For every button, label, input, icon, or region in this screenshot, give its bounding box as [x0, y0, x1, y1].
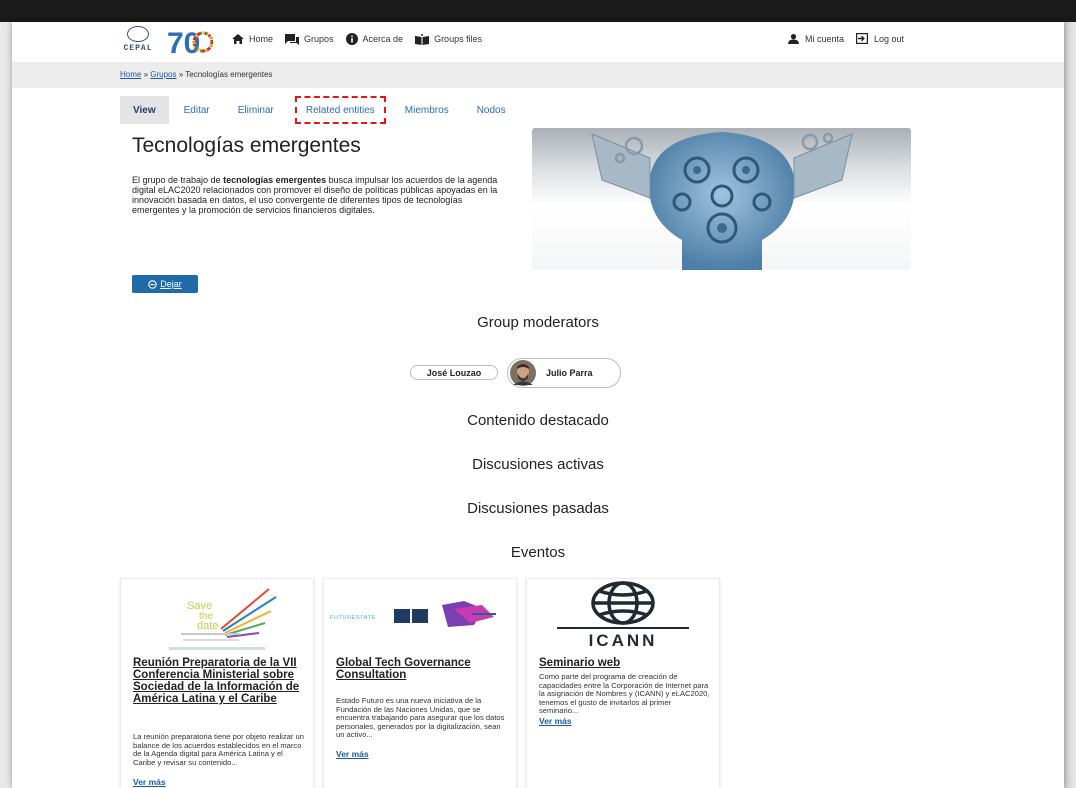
event-card[interactable]: FUTURESTATE Global Tech Governance Consu… — [323, 578, 517, 788]
event-read-more[interactable]: Ver más — [133, 777, 166, 787]
avatar — [510, 360, 536, 386]
page: CEPAL 70 Home Grupos Acerca de Groups fi… — [12, 22, 1064, 788]
nav-home[interactable]: Home — [232, 34, 273, 44]
thumb-date: date — [197, 620, 218, 632]
nav-mi-cuenta[interactable]: Mi cuenta — [788, 33, 845, 44]
nav-grupos[interactable]: Grupos — [285, 33, 334, 45]
tab-related-entities[interactable]: Related entities — [294, 96, 386, 124]
nav-log-out-label: Log out — [874, 33, 905, 44]
group-hero-image — [532, 128, 911, 270]
event-card[interactable]: Save the date Reunión Preparatoria de la… — [120, 578, 314, 788]
nav-log-out[interactable]: Log out — [856, 33, 904, 44]
moderator-julio[interactable]: Julio Parra — [507, 358, 621, 388]
event-thumbnail: ICANN — [557, 581, 689, 650]
leave-label: Dejar — [160, 279, 182, 289]
moderator-name: Julio Parra — [546, 368, 593, 378]
un-emblem-icon — [127, 26, 149, 42]
seventy-anniversary-logo[interactable]: 70 — [167, 25, 213, 57]
breadcrumb: Home » Grupos » Tecnologías emergentes — [120, 70, 272, 79]
group-tabs: View Editar Eliminar Related entities Mi… — [120, 96, 521, 124]
past-discussions-heading: Discusiones pasadas — [467, 500, 609, 517]
leave-icon — [148, 279, 157, 289]
thumb-futurestate: FUTURESTATE — [330, 615, 376, 621]
active-discussions-heading: Discusiones activas — [472, 456, 604, 473]
tab-miembros[interactable]: Miembros — [392, 96, 462, 124]
featured-heading: Contenido destacado — [467, 412, 609, 429]
event-thumbnail: Save the date — [169, 588, 277, 650]
nav-home-label: Home — [249, 34, 274, 44]
home-icon — [232, 34, 244, 44]
group-description: El grupo de trabajo de tecnologías emerg… — [132, 175, 510, 215]
nav-mi-cuenta-label: Mi cuenta — [805, 33, 845, 44]
moderators-heading: Group moderators — [477, 314, 599, 331]
event-title[interactable]: Global Tech Governance Consultation — [336, 657, 508, 681]
breadcrumb-grupos[interactable]: Grupos — [150, 70, 176, 79]
leave-group-button[interactable]: Dejar — [132, 275, 198, 293]
breadcrumb-sep: » — [143, 70, 149, 79]
nav-acerca-label: Acerca de — [362, 34, 404, 44]
tab-eliminar[interactable]: Eliminar — [225, 96, 287, 124]
event-card[interactable]: ICANN Seminario web Como parte del progr… — [526, 578, 720, 788]
description-start: El grupo de trabajo de — [132, 175, 224, 185]
event-summary: La reunión preparatoria tiene por objeto… — [133, 732, 304, 767]
moderator-jose[interactable]: José Louzao — [410, 365, 498, 380]
page-title: Tecnologías emergentes — [132, 134, 361, 157]
window-top-bar — [0, 0, 1076, 22]
nav-acerca[interactable]: Acerca de — [345, 33, 404, 45]
events-heading: Eventos — [510, 544, 566, 561]
nav-grupos-label: Grupos — [304, 34, 334, 44]
tab-editar[interactable]: Editar — [171, 96, 223, 124]
chat-icon — [285, 33, 300, 45]
nav-groups-files-label: Groups files — [434, 34, 483, 44]
book-icon — [415, 33, 430, 45]
page-shadow — [1064, 22, 1076, 788]
site-header: CEPAL 70 Home Grupos Acerca de Groups fi… — [12, 22, 1064, 62]
event-summary: Estado Futuro es una nueva iniciativa de… — [336, 696, 505, 740]
breadcrumb-bar: Home » Grupos » Tecnologías emergentes — [12, 62, 1064, 88]
tab-view[interactable]: View — [120, 96, 169, 124]
moderator-name: José Louzao — [426, 367, 482, 378]
account-nav: Mi cuenta Log out — [788, 33, 916, 44]
tab-nodos[interactable]: Nodos — [464, 96, 519, 124]
info-icon — [345, 33, 358, 45]
un-logo[interactable]: CEPAL — [120, 26, 156, 56]
event-read-more[interactable]: Ver más — [539, 716, 572, 726]
main-nav: Home Grupos Acerca de Groups files — [232, 33, 494, 45]
nav-groups-files[interactable]: Groups files — [415, 33, 483, 45]
logout-icon — [856, 33, 869, 44]
un-logo-text: CEPAL — [123, 44, 153, 53]
event-summary: Como parte del programa de creación de c… — [539, 672, 710, 716]
thumb-icann: ICANN — [589, 631, 658, 650]
event-title[interactable]: Reunión Preparatoria de la VII Conferenc… — [133, 657, 305, 705]
description-bold: tecnologías emergentes — [223, 175, 327, 185]
gear-head-illustration — [591, 132, 853, 270]
event-read-more[interactable]: Ver más — [336, 749, 369, 759]
breadcrumb-sep: » — [178, 70, 184, 79]
user-icon — [788, 33, 799, 44]
breadcrumb-current: Tecnologías emergentes — [185, 70, 273, 79]
event-thumbnail: FUTURESTATE — [330, 601, 496, 627]
event-title[interactable]: Seminario web — [539, 657, 711, 669]
breadcrumb-home[interactable]: Home — [120, 70, 141, 79]
